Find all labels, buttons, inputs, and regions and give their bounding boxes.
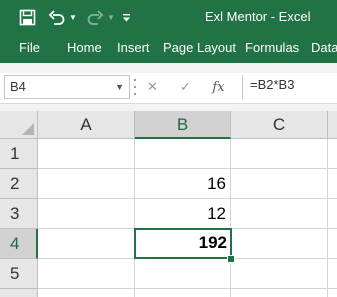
worksheet-grid: A B C 1 2 3 4 5 16 12 192 (0, 111, 337, 297)
ribbon-tabs: File Home Insert Page Layout Formulas Da… (0, 35, 337, 63)
cell-d4[interactable] (328, 229, 337, 259)
cell-a1[interactable] (38, 139, 135, 169)
title-bar: ▼ ▼ Exl Mentor - Excel (0, 0, 337, 35)
select-all-icon (22, 123, 34, 135)
ribbon-separator (0, 63, 337, 73)
window-title: Exl Mentor - Excel (205, 9, 311, 24)
redo-icon (84, 0, 106, 35)
tab-page-layout[interactable]: Page Layout (163, 40, 236, 55)
cell-b6[interactable] (135, 289, 231, 297)
column-header-c[interactable]: C (231, 111, 328, 139)
cancel-icon[interactable]: ✕ (136, 79, 169, 95)
grid-separator (0, 104, 337, 111)
cell-a4[interactable] (38, 229, 135, 259)
tab-file[interactable]: File (19, 40, 40, 55)
enter-icon[interactable]: ✓ (169, 79, 202, 95)
row-header-6[interactable] (0, 289, 38, 297)
cell-b4[interactable]: 192 (134, 228, 232, 259)
cell-c6[interactable] (231, 289, 328, 297)
formula-bar-divider (242, 75, 243, 99)
customize-quick-access-icon[interactable] (118, 0, 134, 35)
tab-data[interactable]: Data (311, 40, 337, 55)
column-header-d[interactable] (328, 111, 337, 139)
row-header-4[interactable]: 4 (0, 229, 38, 259)
cell-d3[interactable] (328, 199, 337, 229)
cell-b1[interactable] (135, 139, 231, 169)
formula-bar: B4 ▼ ✕ ✓ fx =B2*B3 (0, 73, 337, 104)
cell-c1[interactable] (231, 139, 328, 169)
row-header-5[interactable]: 5 (0, 259, 38, 289)
name-box-dropdown-icon[interactable]: ▼ (115, 76, 124, 98)
row-header-2[interactable]: 2 (0, 169, 38, 199)
tab-home[interactable]: Home (67, 40, 102, 55)
undo-icon[interactable] (46, 0, 68, 35)
cell-b2[interactable]: 16 (135, 169, 231, 199)
cell-a6[interactable] (38, 289, 135, 297)
column-header-a[interactable]: A (38, 111, 135, 139)
tab-insert[interactable]: Insert (117, 40, 150, 55)
cell-a3[interactable] (38, 199, 135, 229)
cell-d2[interactable] (328, 169, 337, 199)
name-box[interactable]: B4 ▼ (4, 75, 130, 99)
name-box-value: B4 (10, 79, 26, 94)
row-header-1[interactable]: 1 (0, 139, 38, 169)
cell-c2[interactable] (231, 169, 328, 199)
cell-c5[interactable] (231, 259, 328, 289)
select-all-button[interactable] (0, 111, 38, 139)
cell-b3[interactable]: 12 (135, 199, 231, 229)
undo-dropdown-icon[interactable]: ▼ (68, 0, 78, 35)
cell-a2[interactable] (38, 169, 135, 199)
formula-input[interactable]: =B2*B3 (250, 77, 294, 92)
cell-b5[interactable] (135, 259, 231, 289)
redo-dropdown-icon: ▼ (107, 13, 115, 22)
cell-d1[interactable] (328, 139, 337, 169)
row-header-3[interactable]: 3 (0, 199, 38, 229)
tab-formulas[interactable]: Formulas (245, 40, 299, 55)
cell-a5[interactable] (38, 259, 135, 289)
fill-handle[interactable] (227, 255, 235, 263)
cell-d5[interactable] (328, 259, 337, 289)
insert-function-icon[interactable]: fx (202, 80, 235, 95)
cell-c3[interactable] (231, 199, 328, 229)
save-icon[interactable] (14, 0, 40, 35)
cell-c4[interactable] (232, 229, 328, 259)
column-header-b[interactable]: B (135, 111, 231, 139)
formula-bar-buttons: ✕ ✓ fx (136, 75, 242, 99)
